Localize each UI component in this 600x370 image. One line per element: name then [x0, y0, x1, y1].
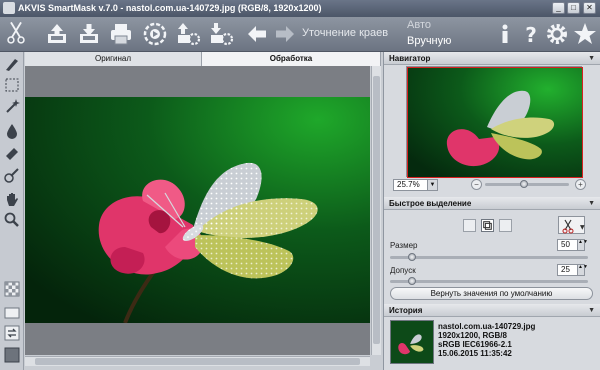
swap-view-icon[interactable]: [3, 324, 21, 342]
rect-select-icon[interactable]: [3, 76, 21, 94]
horizontal-scroll-thumb[interactable]: [35, 358, 360, 365]
tab-processing[interactable]: Обработка: [202, 52, 381, 66]
app-icon: [3, 2, 15, 14]
zoom-slider-knob[interactable]: [519, 180, 528, 188]
refine-edges-label[interactable]: Уточнение краев: [302, 27, 388, 39]
image-canvas[interactable]: [25, 66, 370, 355]
zoom-tool-icon[interactable]: [3, 211, 21, 229]
preferences-icon[interactable]: [544, 21, 570, 47]
zoom-value: 25.7%: [397, 180, 420, 189]
print-icon[interactable]: [108, 21, 134, 47]
color-swatch-icon[interactable]: [3, 346, 21, 364]
history-header[interactable]: История ▼: [384, 304, 600, 317]
settings-down-icon[interactable]: [208, 21, 234, 47]
scissors-logo-icon: [3, 19, 27, 50]
mode-auto-option[interactable]: Авто: [407, 19, 431, 31]
vertical-scrollbar[interactable]: [371, 66, 381, 355]
size-value: 50: [561, 240, 570, 249]
tools-panel: [0, 52, 24, 370]
history-entry-date: 15.06.2015 11:35:42: [438, 349, 512, 358]
main-toolbar: Уточнение краев Авто Вручную ?: [0, 17, 600, 52]
size-slider-knob[interactable]: [407, 253, 416, 261]
horizontal-scrollbar[interactable]: [25, 356, 370, 366]
mode-manual-option[interactable]: Вручную: [407, 35, 451, 47]
app-window: AKVIS SmartMask v.7.0 - nastol.com.ua-14…: [0, 0, 600, 370]
tolerance-slider-track[interactable]: [390, 280, 588, 283]
tolerance-input[interactable]: 25 ▲▼: [557, 264, 588, 276]
size-spinner-icon[interactable]: ▲▼: [577, 240, 588, 250]
open-icon[interactable]: [44, 21, 70, 47]
history-entry-name: nastol.com.ua-140729.jpg: [438, 322, 536, 331]
navigator-thumbnail: [406, 66, 584, 179]
close-button[interactable]: ✕: [583, 2, 596, 14]
tab-original[interactable]: Оригинал: [25, 52, 202, 66]
settings-up-icon[interactable]: [175, 21, 201, 47]
zoom-in-button[interactable]: +: [575, 179, 586, 190]
redo-icon[interactable]: [272, 21, 298, 47]
history-entry-profile: sRGB IEC61966-2.1: [438, 340, 512, 349]
run-icon[interactable]: [142, 21, 168, 47]
svg-text:?: ?: [525, 23, 537, 47]
eraser-icon[interactable]: [3, 144, 21, 162]
reset-defaults-button[interactable]: Вернуть значения по умолчанию: [390, 287, 593, 300]
transparency-grid-icon[interactable]: [3, 280, 21, 298]
tolerance-spinner-icon[interactable]: ▲▼: [577, 265, 588, 275]
window-title: AKVIS SmartMask v.7.0 - nastol.com.ua-14…: [18, 3, 322, 13]
drop-tool-icon[interactable]: [3, 122, 21, 140]
undo-icon[interactable]: [244, 21, 270, 47]
help-icon[interactable]: ?: [518, 21, 544, 47]
save-icon[interactable]: [76, 21, 102, 47]
tolerance-label: Допуск: [390, 266, 416, 275]
navigator-header[interactable]: Навигатор ▼: [384, 52, 600, 65]
size-slider-track[interactable]: [390, 256, 588, 259]
zoom-select[interactable]: 25.7% ▼: [393, 179, 438, 191]
quick-selection-header[interactable]: Быстрое выделение ▼: [384, 197, 600, 210]
collapse-arrow-icon[interactable]: ▼: [588, 52, 595, 65]
mode-3-icon[interactable]: [499, 219, 512, 232]
right-panel: Навигатор ▼ 25.7% ▼ − + Быстрое выделени…: [383, 52, 600, 370]
navigator-title: Навигатор: [389, 54, 431, 63]
star-icon[interactable]: [572, 21, 598, 47]
title-bar: AKVIS SmartMask v.7.0 - nastol.com.ua-14…: [0, 0, 600, 17]
mode-1-icon[interactable]: [463, 219, 476, 232]
color-picker-icon[interactable]: [3, 166, 21, 184]
hand-tool-icon[interactable]: [3, 190, 21, 208]
view-tabs: Оригинал Обработка: [25, 52, 381, 66]
navigator-preview[interactable]: [406, 66, 584, 179]
size-label: Размер: [390, 241, 418, 250]
maximize-button[interactable]: □: [567, 2, 580, 14]
history-entry-size: 1920x1200, RGB/8: [438, 331, 507, 340]
quick-selection-title: Быстрое выделение: [389, 199, 472, 208]
mode-2-icon[interactable]: [481, 219, 494, 232]
collapse-arrow-icon[interactable]: ▼: [588, 304, 595, 317]
vertical-scroll-thumb[interactable]: [373, 76, 380, 344]
background-toggle-icon[interactable]: [3, 304, 21, 322]
scissors-tool-select[interactable]: ▼: [558, 216, 585, 234]
size-input[interactable]: 50 ▲▼: [557, 239, 588, 251]
scissors-icon: ▼: [562, 219, 585, 234]
tolerance-slider-knob[interactable]: [407, 277, 416, 285]
brush-tool-icon[interactable]: [3, 55, 21, 73]
history-title: История: [389, 306, 423, 315]
collapse-arrow-icon[interactable]: ▼: [588, 197, 595, 210]
history-thumbnail[interactable]: [390, 320, 434, 364]
butterfly-photo: [25, 97, 370, 323]
chevron-down-icon[interactable]: ▼: [427, 180, 437, 190]
minimize-button[interactable]: _: [552, 2, 565, 14]
magic-wand-icon[interactable]: [3, 97, 21, 115]
svg-text:▼: ▼: [580, 224, 585, 231]
info-icon[interactable]: [492, 21, 518, 47]
zoom-out-button[interactable]: −: [471, 179, 482, 190]
tolerance-value: 25: [561, 265, 570, 274]
